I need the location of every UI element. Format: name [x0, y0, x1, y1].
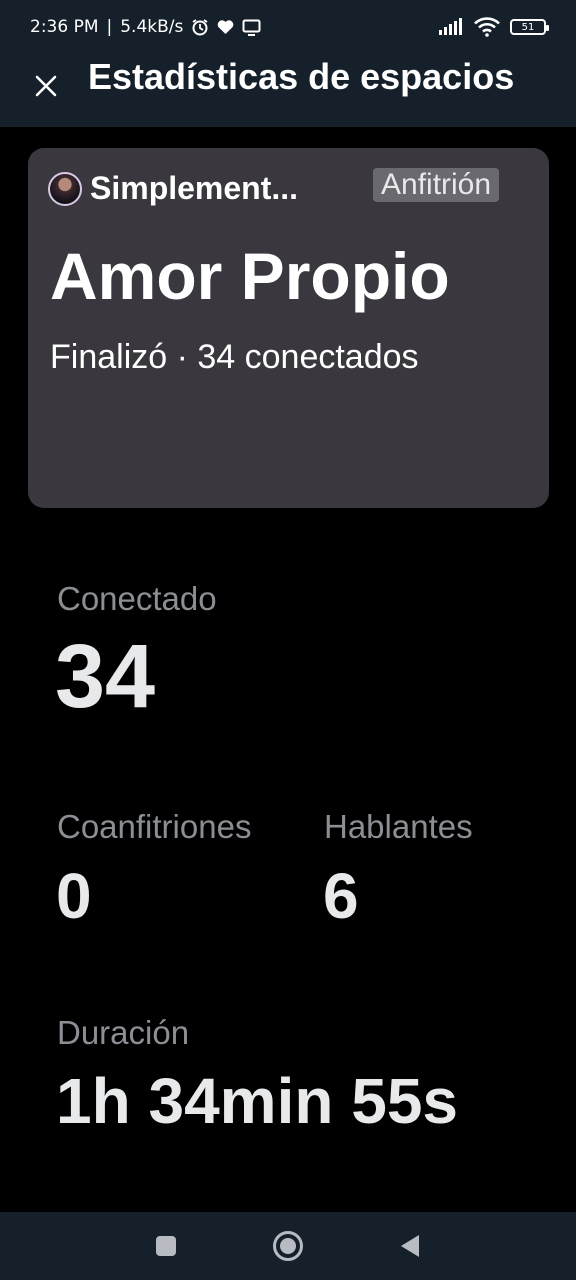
space-card[interactable]: Simplement... Anfitrión Amor Propio Fina…: [28, 148, 549, 508]
avatar[interactable]: [48, 171, 82, 206]
screen-icon: [242, 19, 261, 36]
back-icon: [401, 1235, 419, 1257]
space-title: Amor Propio: [50, 239, 450, 313]
back-button[interactable]: [394, 1230, 426, 1262]
connected-value: 34: [55, 627, 156, 727]
status-time: 2:36 PM: [30, 17, 99, 37]
status-left: 2:36 PM | 5.4kB/s: [30, 17, 261, 37]
speakers-label: Hablantes: [324, 808, 473, 845]
page-title: Estadísticas de espacios: [88, 56, 515, 97]
header: Estadísticas de espacios: [0, 54, 576, 127]
battery-icon: 51: [510, 19, 549, 35]
recents-button[interactable]: [150, 1230, 182, 1262]
recents-icon: [156, 1236, 176, 1256]
signal-icon: [439, 18, 462, 35]
home-icon: [273, 1231, 303, 1261]
status-divider: |: [106, 17, 113, 37]
alarm-icon: [192, 19, 208, 36]
duration-label: Duración: [57, 1014, 190, 1051]
cohosts-value: 0: [56, 860, 92, 932]
home-button[interactable]: [272, 1230, 304, 1262]
close-icon: [35, 75, 57, 97]
status-right: 51: [438, 17, 549, 37]
status-net-speed: 5.4kB/s: [120, 17, 184, 37]
close-button[interactable]: [32, 72, 60, 100]
space-status: Finalizó · 34 conectados: [50, 338, 419, 376]
battery-level: 51: [521, 21, 535, 33]
heart-icon: [218, 20, 234, 34]
host-row: Simplement...: [48, 170, 352, 207]
connected-label: Conectado: [57, 580, 217, 617]
wifi-icon: [474, 17, 500, 37]
cohosts-label: Coanfitriones: [57, 808, 252, 845]
space-stats-screen: 2:36 PM | 5.4kB/s 51 Estadísticas de esp…: [0, 0, 576, 1280]
system-nav-bar: [0, 1212, 576, 1280]
status-bar: 2:36 PM | 5.4kB/s 51: [0, 0, 576, 54]
duration-value: 1h 34min 55s: [56, 1065, 458, 1137]
host-name: Simplement...: [90, 170, 299, 206]
host-badge: Anfitrión: [373, 168, 500, 202]
speakers-value: 6: [323, 860, 359, 932]
